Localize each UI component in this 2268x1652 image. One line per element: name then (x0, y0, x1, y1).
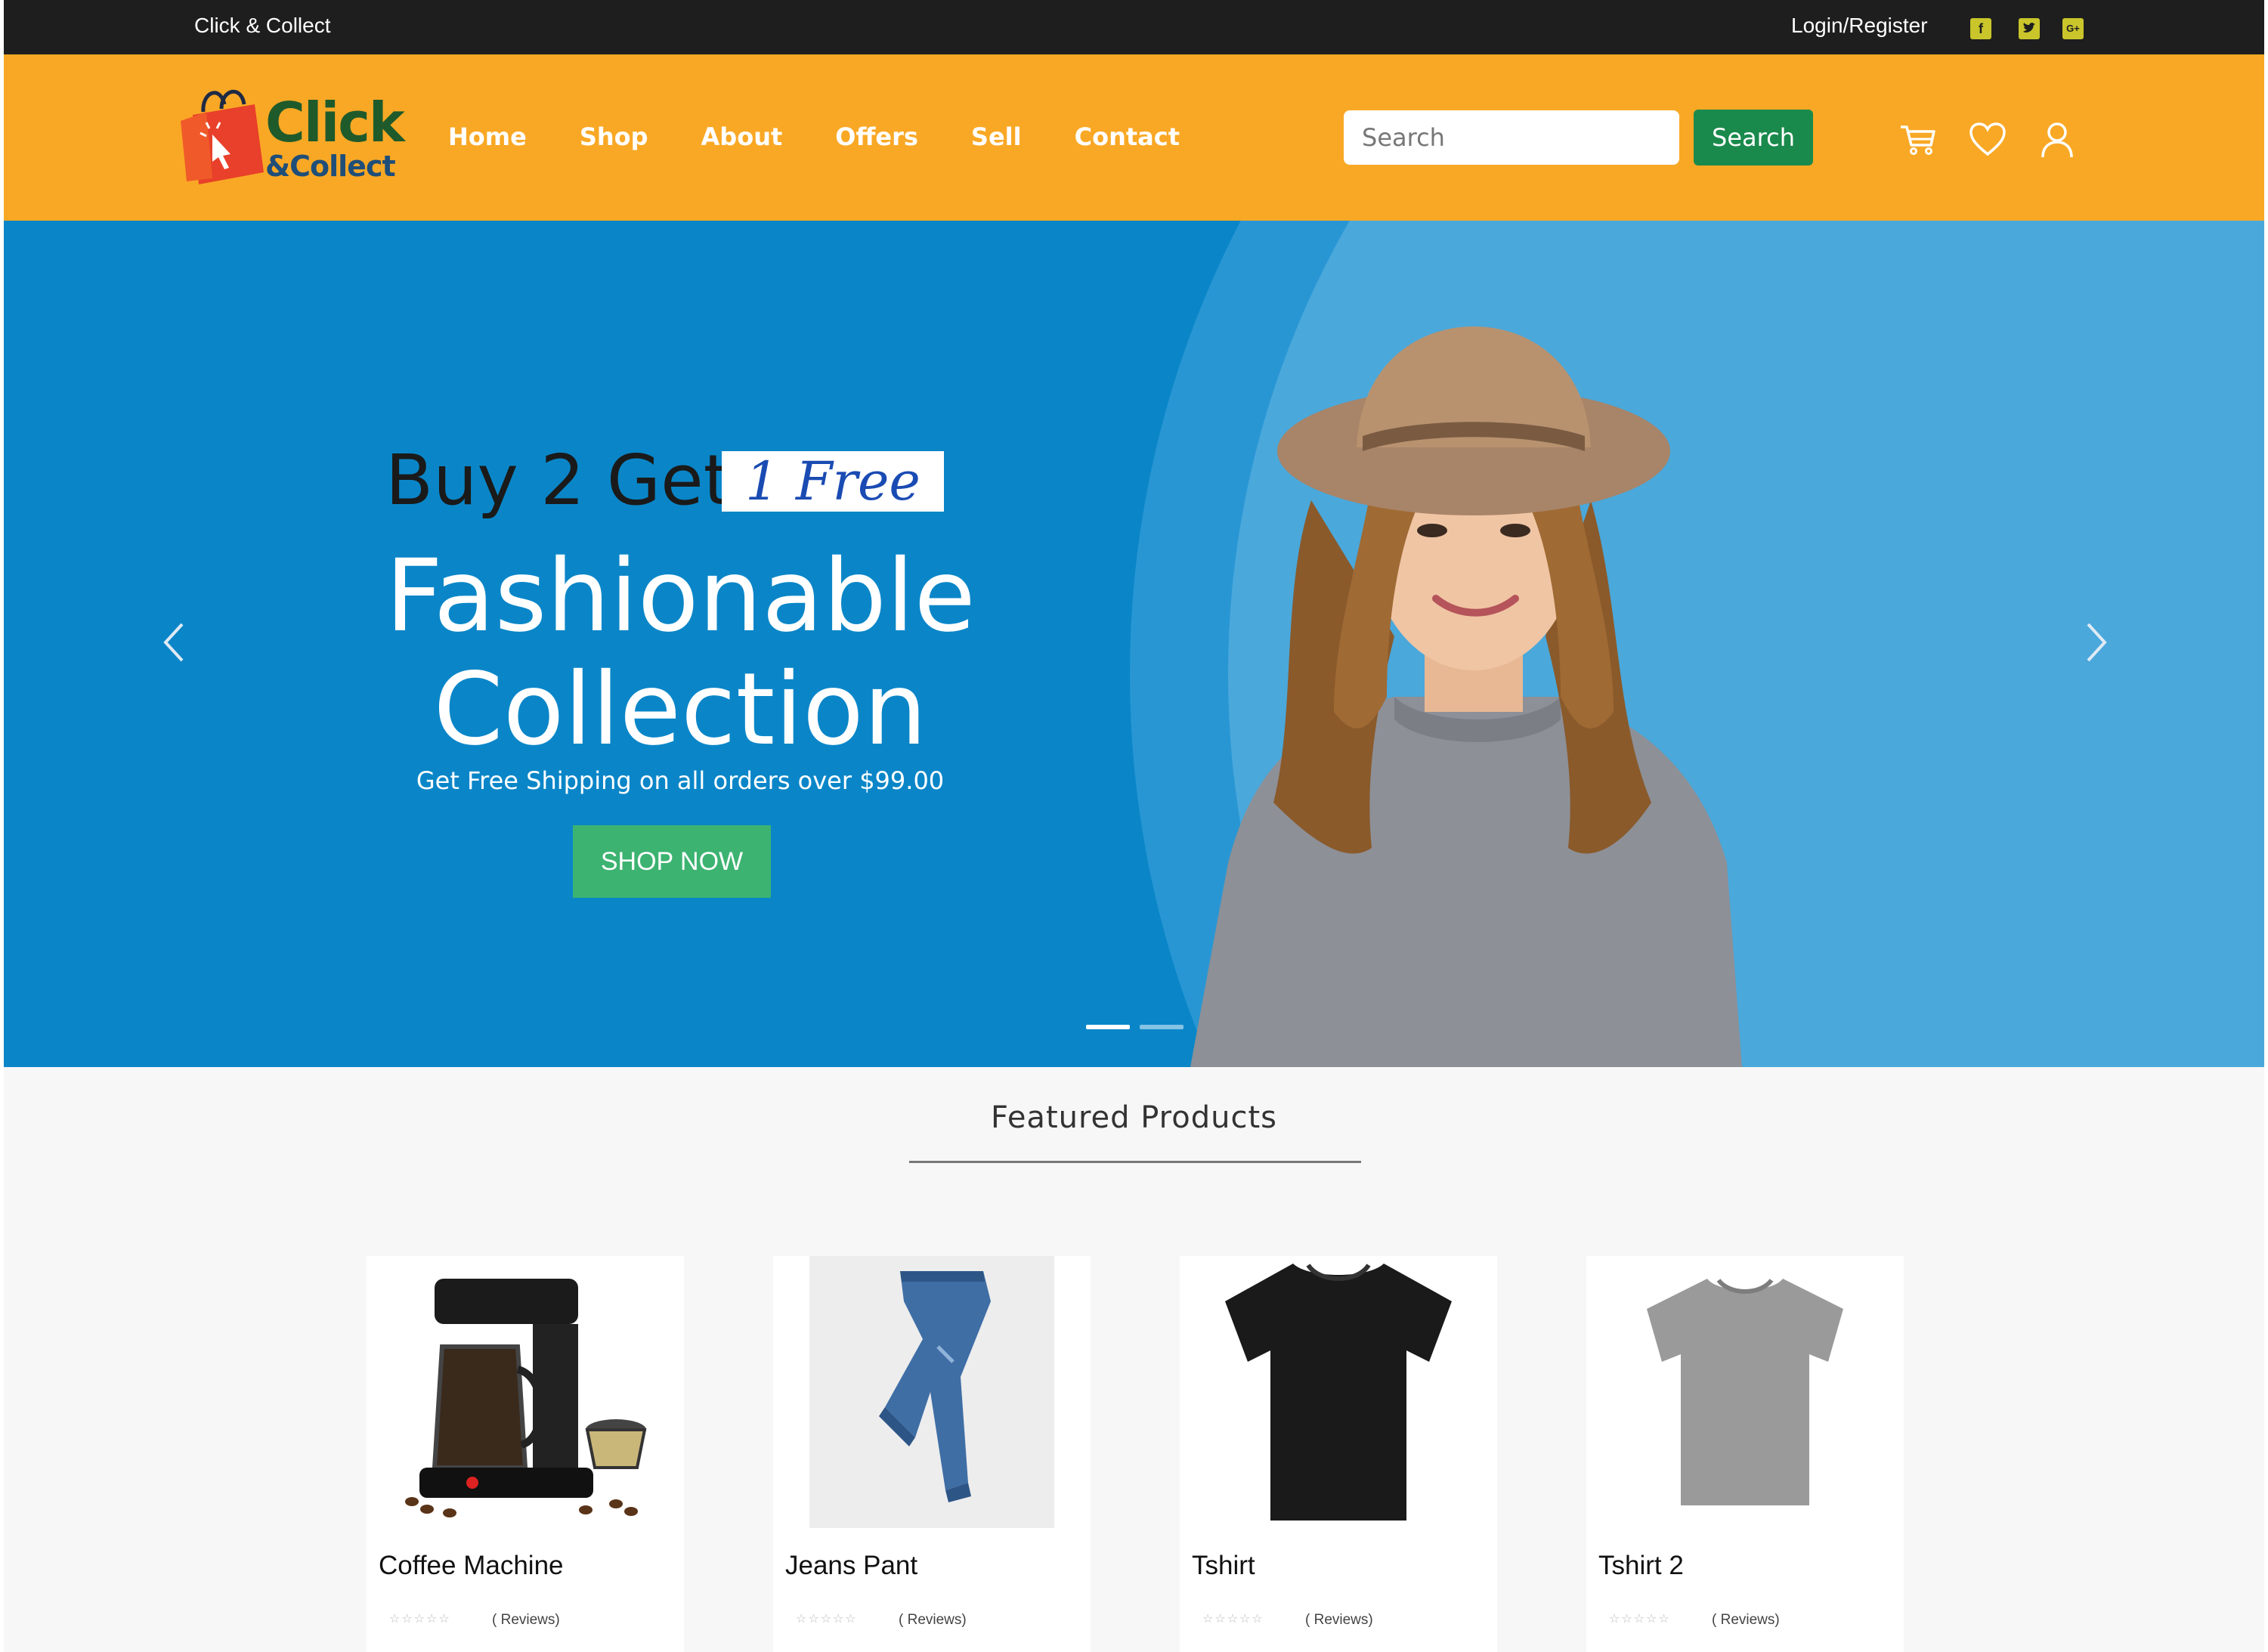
facebook-icon[interactable]: f (1970, 18, 1991, 39)
product-name[interactable]: Tshirt (1192, 1551, 1255, 1581)
rating-stars-icon: ☆☆☆☆☆ (1609, 1613, 1671, 1626)
user-icon[interactable] (2037, 119, 2078, 160)
nav-contact[interactable]: Contact (1075, 122, 1180, 151)
featured-products-title: Featured Products (991, 1100, 1277, 1135)
featured-divider (909, 1161, 1361, 1163)
nav-about[interactable]: About (701, 122, 783, 151)
reviews-count: ( Reviews) (1712, 1612, 1780, 1628)
twitter-icon[interactable] (2019, 18, 2040, 39)
carousel-prev-arrow-icon[interactable] (159, 620, 190, 665)
promo-highlight: 1 Free (722, 451, 944, 512)
product-name[interactable]: Coffee Machine (379, 1551, 564, 1581)
hero-carousel: Buy 2 Get 1 Free Fashionable Collection … (4, 221, 2264, 1067)
logo-text-collect: &Collect (265, 150, 396, 183)
top-bar: Click & Collect Login/Register f G+ (4, 0, 2264, 54)
rating-stars-icon: ☆☆☆☆☆ (796, 1613, 858, 1626)
carousel-next-arrow-icon[interactable] (2081, 620, 2111, 665)
nav-sell[interactable]: Sell (971, 122, 1022, 151)
promo-text: Buy 2 Get (385, 440, 731, 521)
logo-text-click: Click (265, 91, 405, 154)
logo[interactable]: Click &Collect (176, 74, 410, 203)
product-image-tshirt[interactable] (1180, 1256, 1497, 1528)
product-card[interactable]: Jeans Pant ☆☆☆☆☆ ( Reviews) (773, 1256, 1091, 1652)
rating-stars-icon: ☆☆☆☆☆ (389, 1613, 451, 1626)
search-button[interactable]: Search (1694, 110, 1813, 166)
product-name[interactable]: Tshirt 2 (1598, 1551, 1684, 1581)
hero-title-line1: Fashionable (385, 538, 976, 654)
nav-offers[interactable]: Offers (835, 122, 918, 151)
shop-now-button[interactable]: SHOP NOW (573, 825, 771, 898)
search-input[interactable] (1344, 110, 1679, 165)
top-bar-brand: Click & Collect (194, 14, 331, 37)
hero-model-image (1190, 326, 1742, 1067)
rating-stars-icon: ☆☆☆☆☆ (1202, 1613, 1264, 1626)
main-header: Click &Collect Home Shop About Offers Se… (4, 54, 2264, 221)
product-image-coffee-machine[interactable] (367, 1256, 684, 1528)
login-register-link[interactable]: Login/Register (1791, 14, 1928, 38)
hero-title-line2: Collection (433, 651, 927, 768)
shopping-bag-logo-icon (181, 89, 264, 184)
carousel-indicator-2[interactable] (1140, 1025, 1184, 1029)
main-nav: Home Shop About Offers Sell Contact (448, 122, 1233, 151)
reviews-count: ( Reviews) (492, 1612, 560, 1628)
nav-shop[interactable]: Shop (580, 122, 648, 151)
product-card[interactable]: Coffee Machine ☆☆☆☆☆ ( Reviews) (367, 1256, 684, 1652)
product-card[interactable]: Tshirt ☆☆☆☆☆ ( Reviews) (1180, 1256, 1497, 1652)
reviews-count: ( Reviews) (1305, 1612, 1373, 1628)
google-plus-icon[interactable]: G+ (2062, 18, 2084, 39)
product-image-jeans-pant[interactable] (773, 1256, 1091, 1528)
nav-home[interactable]: Home (448, 122, 527, 151)
cart-icon[interactable] (1898, 119, 1938, 160)
carousel-indicator-1[interactable] (1086, 1025, 1130, 1029)
heart-icon[interactable] (1967, 119, 2008, 160)
page: Click & Collect Login/Register f G+ Clic… (4, 0, 2264, 1652)
product-card[interactable]: Tshirt 2 ☆☆☆☆☆ ( Reviews) (1586, 1256, 1904, 1652)
hero-subtitle: Get Free Shipping on all orders over $99… (416, 766, 945, 795)
product-name[interactable]: Jeans Pant (785, 1551, 917, 1581)
product-image-tshirt-2[interactable] (1586, 1256, 1904, 1528)
reviews-count: ( Reviews) (899, 1612, 967, 1628)
hero-title: Fashionable Collection (385, 538, 976, 768)
